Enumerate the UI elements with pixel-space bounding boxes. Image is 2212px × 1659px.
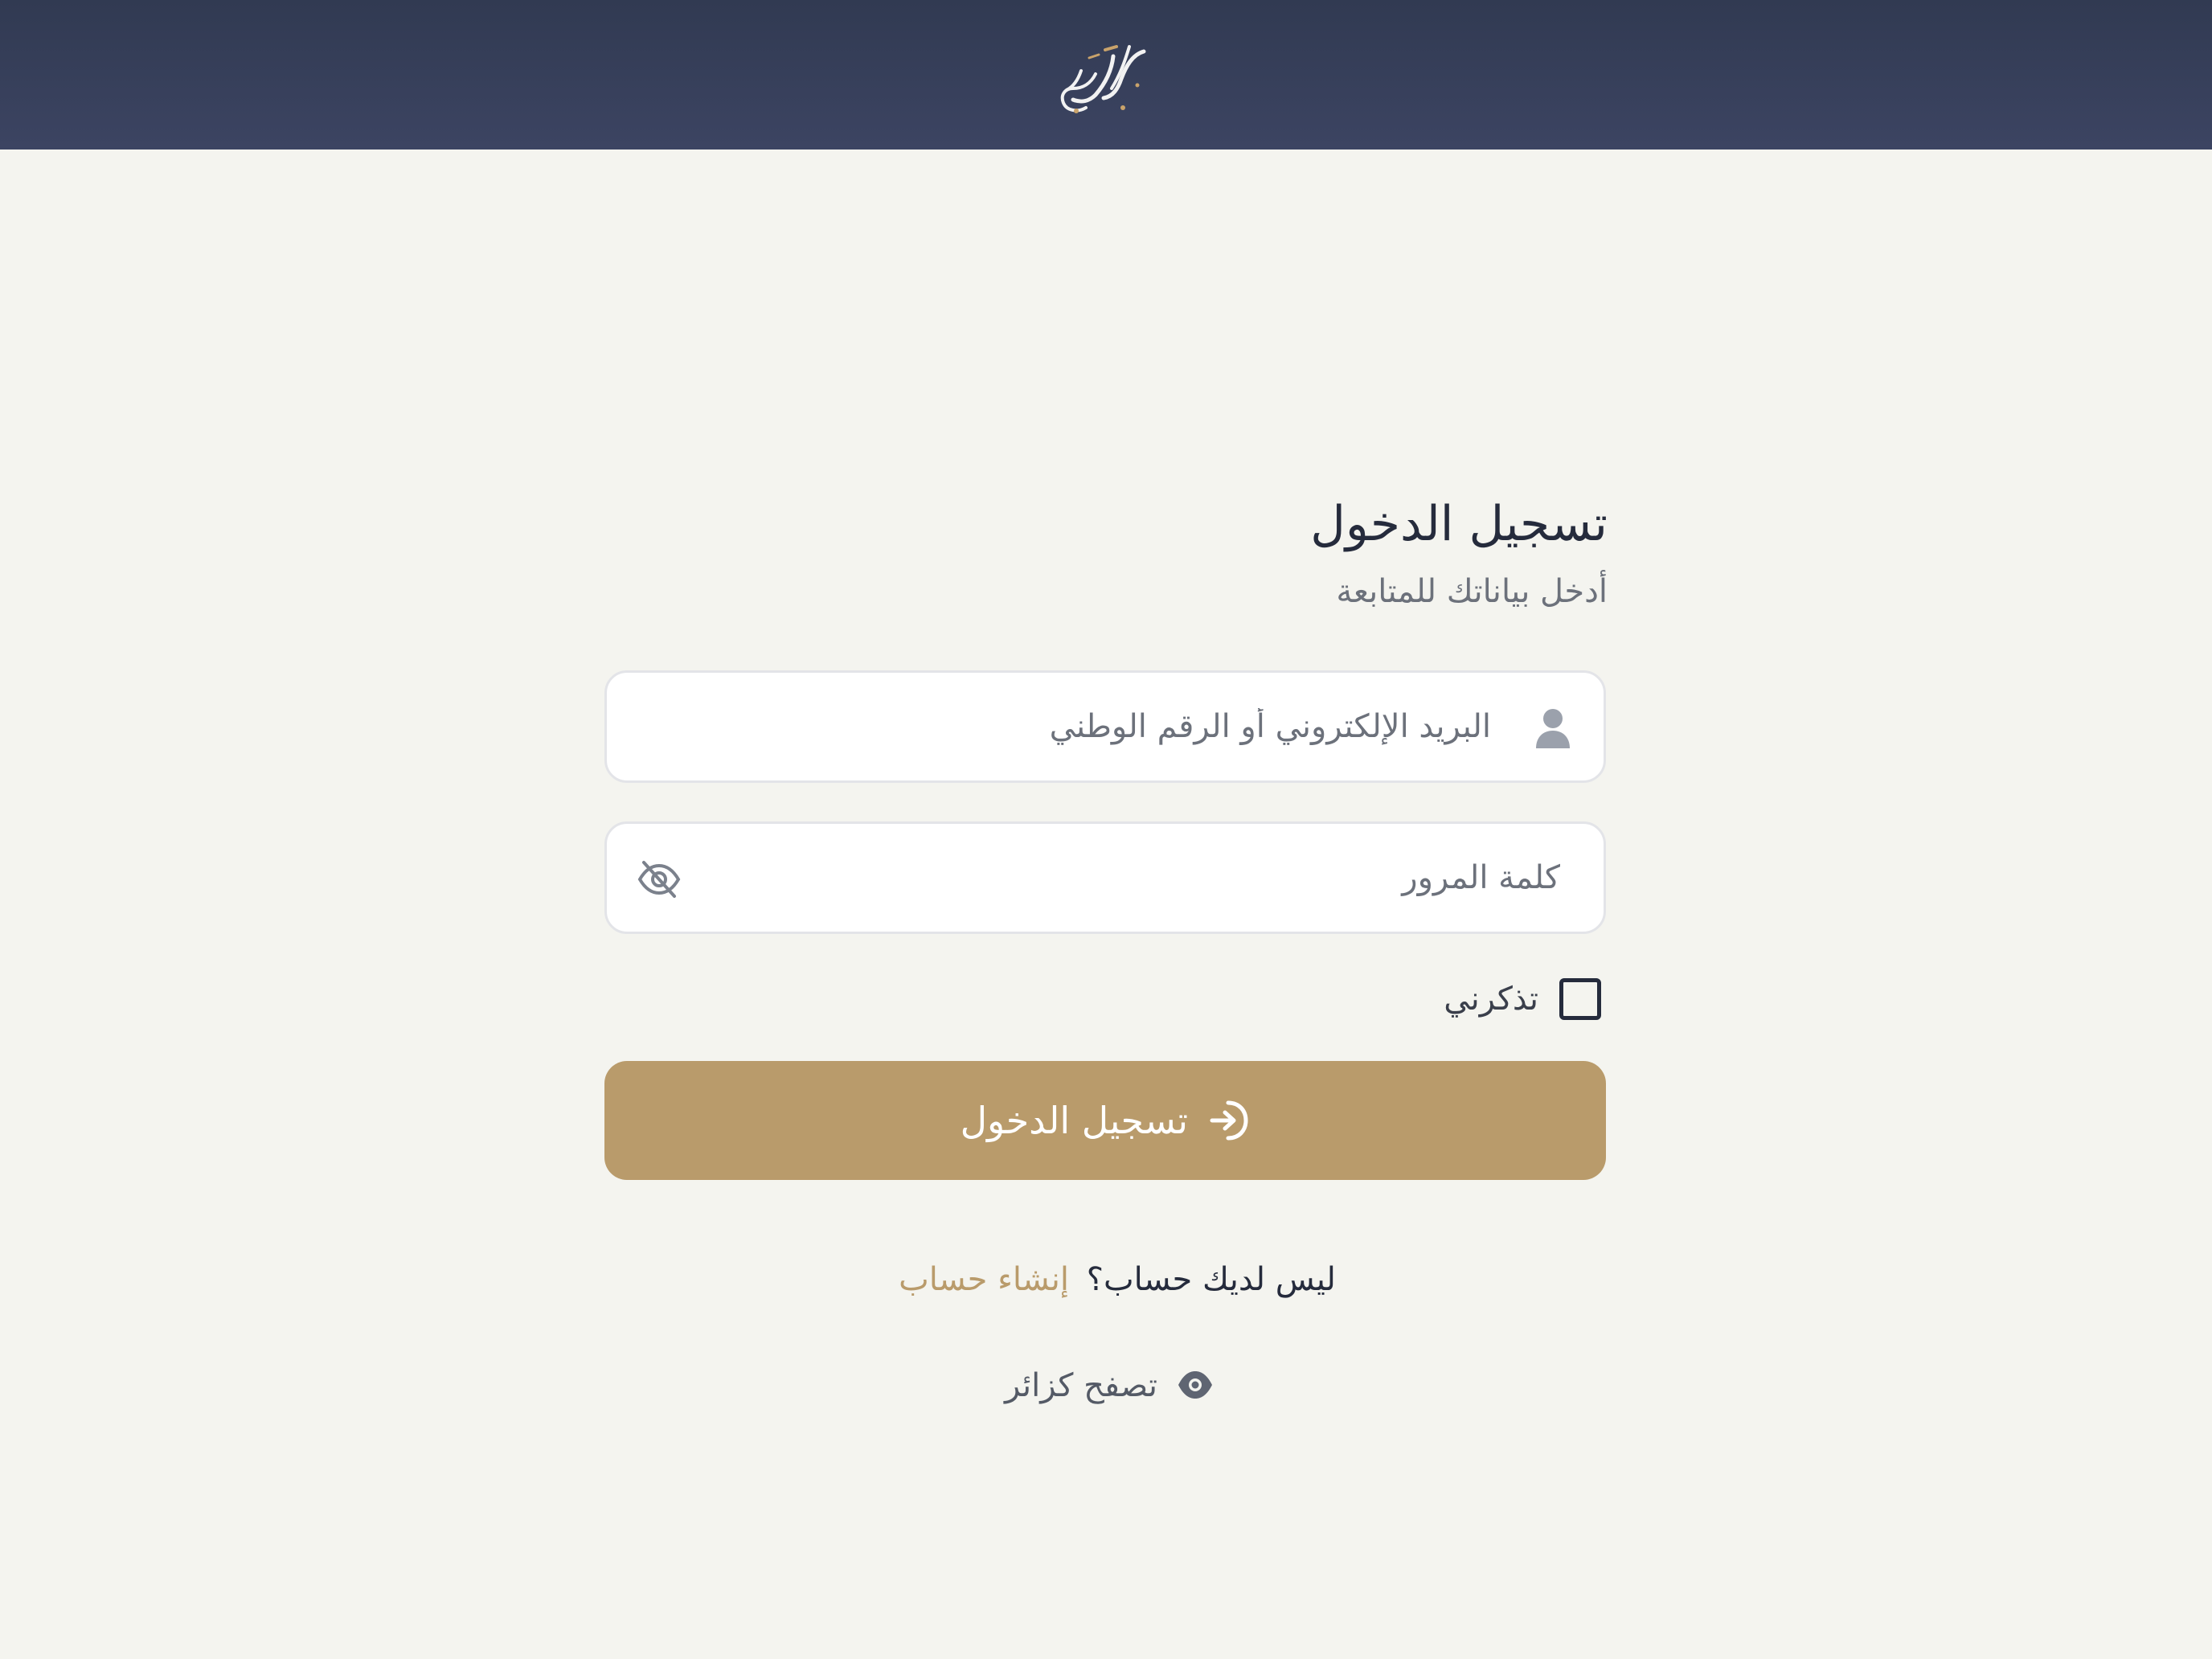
password-field-container[interactable]: [604, 821, 1606, 934]
email-input[interactable]: [631, 673, 1491, 780]
browse-as-guest-label: تصفح كزائر: [1004, 1367, 1157, 1404]
login-button[interactable]: تسجيل الدخول: [604, 1061, 1606, 1180]
create-account-link[interactable]: إنشاء حساب: [899, 1257, 1069, 1302]
calligraphy-logo-icon: [1060, 45, 1146, 113]
remember-me-label: تذكرني: [1444, 981, 1538, 1018]
brand-logo[interactable]: [1049, 39, 1161, 122]
page-title: تسجيل الدخول: [1310, 496, 1608, 552]
password-input[interactable]: [695, 824, 1560, 932]
eye-icon: [1178, 1371, 1212, 1399]
top-header: [0, 0, 2212, 150]
browse-as-guest-link[interactable]: تصفح كزائر: [1005, 1362, 1214, 1410]
email-field-container[interactable]: [604, 670, 1606, 783]
signup-question: ليس لديك حساب؟: [1086, 1261, 1336, 1298]
login-button-label: تسجيل الدخول: [960, 1099, 1188, 1142]
eye-off-icon[interactable]: [637, 859, 681, 899]
user-icon: [1536, 709, 1570, 748]
remember-me-checkbox[interactable]: [1559, 978, 1601, 1020]
page-subtitle: أدخل بياناتك للمتابعة: [1336, 573, 1608, 610]
login-icon: [1210, 1100, 1248, 1141]
